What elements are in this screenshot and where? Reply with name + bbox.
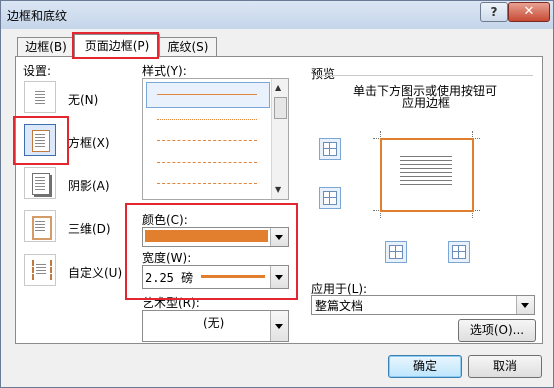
setting-custom-icon[interactable] [24, 254, 56, 286]
width-dropdown[interactable]: 2.25 磅 [142, 265, 289, 289]
options-button[interactable]: 选项(O)... [458, 319, 536, 342]
scroll-down-icon[interactable]: ▼ [275, 185, 281, 194]
color-dropdown[interactable] [142, 227, 289, 247]
setting-none-label[interactable]: 无(N) [68, 91, 98, 108]
tab-shading[interactable]: 底纹(S) [159, 37, 217, 56]
page-box-icon [32, 130, 50, 152]
bottom-border-button[interactable] [319, 187, 341, 209]
chevron-down-icon[interactable] [270, 266, 288, 288]
page-icon [32, 87, 48, 107]
chevron-down-icon[interactable] [270, 228, 288, 246]
dash-dot-line-style[interactable] [157, 183, 257, 184]
settings-heading: 设置: [23, 64, 52, 78]
top-border-icon [323, 142, 337, 156]
setting-shadow-icon[interactable] [24, 167, 56, 199]
setting-box-icon[interactable] [24, 124, 56, 156]
setting-box-label[interactable]: 方框(X) [68, 134, 110, 151]
cancel-button[interactable]: 取消 [468, 355, 542, 378]
top-border-button[interactable] [319, 138, 341, 160]
scroll-up-icon[interactable]: ▲ [275, 83, 281, 92]
page-shadow-icon [32, 173, 50, 195]
solid-line-style [157, 94, 257, 95]
preview-divider [316, 75, 533, 76]
dotted-line-style[interactable] [157, 119, 257, 120]
art-value: (无) [203, 316, 225, 330]
color-label: 颜色(C): [142, 213, 188, 227]
page-3d-icon [32, 216, 52, 240]
preview-page[interactable] [380, 138, 474, 212]
art-label: 艺术型(R): [142, 296, 200, 310]
tab-page-border[interactable]: 页面边框(P) [74, 34, 160, 57]
chevron-down-icon[interactable] [270, 311, 288, 341]
setting-3d-label[interactable]: 三维(D) [68, 220, 111, 237]
ok-button[interactable]: 确定 [388, 355, 462, 378]
setting-shadow-label[interactable]: 阴影(A) [68, 177, 110, 194]
right-border-icon [452, 245, 466, 259]
left-border-icon [389, 245, 403, 259]
width-value: 2.25 磅 [145, 271, 194, 285]
setting-custom-label[interactable]: 自定义(U) [68, 264, 122, 281]
dialog-title: 边框和底纹 [7, 9, 68, 23]
scroll-thumb[interactable] [274, 97, 287, 119]
apply-to-value: 整篇文档 [315, 299, 364, 313]
tab-borders[interactable]: 边框(B) [17, 37, 75, 56]
bottom-border-icon [323, 191, 337, 205]
chevron-down-icon[interactable] [516, 296, 534, 314]
style-heading: 样式(Y): [142, 64, 187, 78]
art-dropdown[interactable]: (无) [142, 310, 289, 342]
borders-and-shading-dialog: 边框和底纹 ? ✕ 边框(B) 页面边框(P) 底纹(S) 设置: 无(N) 方… [0, 0, 554, 388]
close-button[interactable]: ✕ [508, 2, 550, 22]
title-bar[interactable]: 边框和底纹 ? ✕ [1, 1, 553, 29]
setting-3d-icon[interactable] [24, 210, 56, 242]
dashed-line-style[interactable] [157, 140, 257, 141]
preview-instruction-2: 应用边框 [402, 96, 451, 110]
width-line-sample [201, 275, 265, 278]
color-swatch [145, 230, 268, 242]
page-custom-icon [32, 260, 52, 280]
style-option-selected[interactable] [146, 82, 270, 108]
apply-to-dropdown[interactable]: 整篇文档 [311, 295, 535, 315]
preview-heading: 预览 [311, 67, 336, 81]
width-label: 宽度(W): [142, 251, 192, 265]
setting-none-icon[interactable] [24, 81, 56, 113]
style-list[interactable]: ▲ ▼ [142, 78, 289, 200]
right-border-button[interactable] [448, 241, 470, 263]
style-scrollbar[interactable]: ▲ ▼ [271, 79, 288, 199]
help-button[interactable]: ? [480, 2, 508, 22]
left-border-button[interactable] [385, 241, 407, 263]
dash-line-style[interactable] [157, 162, 257, 163]
